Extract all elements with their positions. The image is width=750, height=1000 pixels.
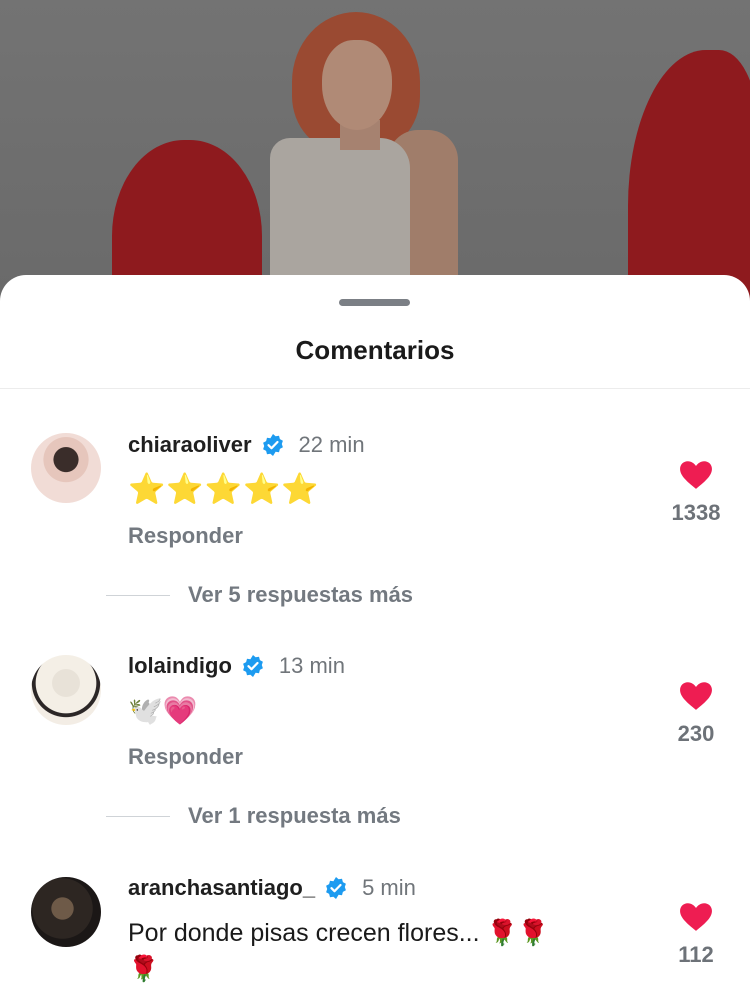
sheet-drag-handle[interactable] — [339, 299, 410, 306]
username[interactable]: lolaindigo — [128, 653, 232, 679]
verified-badge-icon — [262, 434, 283, 456]
username[interactable]: aranchasantiago_ — [128, 875, 315, 901]
replies-divider-line — [106, 595, 170, 596]
comment-text: 🕊️💗 — [128, 695, 198, 726]
like-button[interactable]: 112 — [656, 902, 736, 968]
view-more-replies-button[interactable]: Ver 5 respuestas más — [188, 582, 413, 608]
like-count: 1338 — [671, 500, 721, 525]
like-count: 230 — [677, 721, 715, 746]
comment-header: aranchasantiago_ 5 min — [128, 873, 416, 903]
reply-button[interactable]: Responder — [128, 744, 243, 770]
comment-time: 13 min — [278, 653, 345, 678]
comment-header: chiaraoliver 22 min — [128, 430, 365, 460]
sheet-title: Comentarios — [295, 335, 455, 365]
view-more-replies-button[interactable]: Ver 1 respuesta más — [188, 803, 401, 829]
like-button[interactable]: 230 — [656, 681, 736, 747]
like-count: 112 — [678, 942, 714, 967]
avatar[interactable] — [31, 433, 101, 503]
comments-sheet: Comentarios chiaraoliver 22 min ⭐⭐⭐⭐⭐ Re… — [0, 275, 750, 1000]
reply-button[interactable]: Responder — [128, 523, 243, 549]
heart-icon — [680, 903, 712, 931]
comment-time: 22 min — [298, 432, 365, 457]
red-figure-right — [628, 50, 750, 300]
comment-text-continued: 🌹 — [128, 955, 160, 983]
avatar[interactable] — [31, 655, 101, 725]
comment-text: Por donde pisas crecen flores... 🌹🌹 — [128, 919, 549, 947]
post-photo-backdrop — [0, 0, 750, 300]
like-button[interactable]: 1338 — [656, 460, 736, 526]
header-divider — [0, 388, 750, 389]
replies-divider-line — [106, 816, 170, 817]
heart-icon — [680, 461, 712, 489]
verified-badge-icon — [326, 877, 346, 899]
photo-subject-face — [322, 40, 392, 130]
comment-text: ⭐⭐⭐⭐⭐ — [128, 473, 320, 506]
verified-badge-icon — [242, 655, 263, 677]
comment-header: lolaindigo 13 min — [128, 651, 345, 681]
username[interactable]: chiaraoliver — [128, 432, 252, 458]
comment-time: 5 min — [362, 875, 416, 900]
avatar[interactable] — [31, 877, 101, 947]
heart-icon — [680, 682, 712, 710]
